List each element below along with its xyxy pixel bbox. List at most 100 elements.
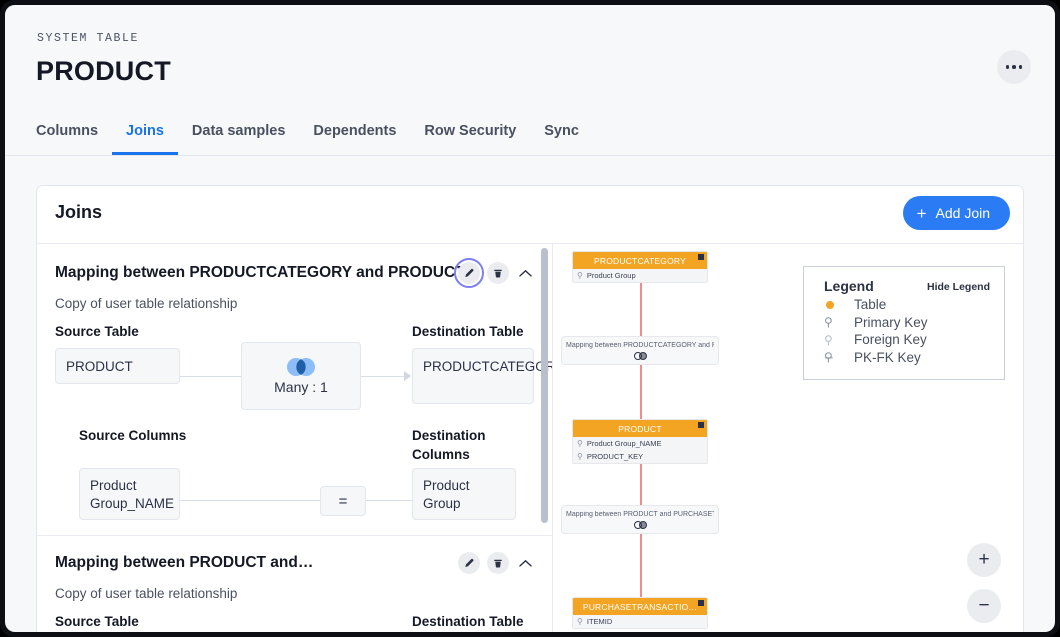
- trash-icon: [493, 268, 503, 279]
- kebab-dot-icon: [1006, 65, 1010, 69]
- destination-table-value: PRODUCTCATEGORY: [412, 348, 534, 404]
- edit-join-button[interactable]: [458, 262, 480, 284]
- zoom-out-button[interactable]: −: [967, 589, 1001, 623]
- edit-join-button[interactable]: [458, 552, 480, 574]
- node-column-label: ITEMID: [587, 617, 612, 626]
- diagram-edge-label[interactable]: Mapping between PRODUCT and PURCHASETRAN…: [561, 505, 719, 534]
- destination-columns-label: Destination Columns: [412, 426, 532, 464]
- operator-box: =: [320, 486, 366, 516]
- legend-row-foreign-key: ⚲ Foreign Key: [824, 331, 990, 349]
- node-column-label: PRODUCT_KEY: [587, 452, 643, 461]
- zoom-in-button[interactable]: +: [967, 543, 1001, 577]
- collapse-join-button[interactable]: [516, 264, 534, 282]
- node-column-label: Product Group: [587, 271, 636, 280]
- tab-joins[interactable]: Joins: [112, 123, 178, 155]
- legend-row-table: Table: [824, 296, 990, 314]
- join-column-mapping: Source Columns Product Group_NAME = Dest…: [55, 426, 534, 526]
- legend-label: Foreign Key: [854, 332, 927, 347]
- plus-icon: +: [917, 205, 927, 222]
- venn-diagram-icon: [634, 521, 647, 529]
- collapse-join-button[interactable]: [516, 554, 534, 572]
- joins-card-body: Mapping between PRODUCTCATEGORY and PROD…: [37, 244, 1023, 632]
- node-column-row: ⚲ Product Group_NAME: [573, 437, 707, 450]
- legend-header: Legend Hide Legend: [824, 278, 990, 296]
- connector-line: [366, 500, 412, 501]
- pencil-icon: [464, 268, 475, 279]
- venn-diagram-icon: [634, 352, 647, 360]
- tab-dependents[interactable]: Dependents: [299, 123, 410, 155]
- connector-line: [180, 500, 320, 501]
- joins-heading: Joins: [55, 202, 102, 223]
- source-table-label: Source Table: [55, 324, 139, 339]
- trash-icon: [493, 558, 503, 569]
- app-viewport: SYSTEM TABLE PRODUCT Columns Joins Data …: [5, 5, 1055, 632]
- node-column-label: Product Group_NAME: [587, 439, 662, 448]
- delete-join-button[interactable]: [487, 552, 509, 574]
- node-corner-icon: [698, 422, 704, 428]
- foreign-key-icon: ⚲: [577, 272, 583, 280]
- legend-label: Primary Key: [854, 315, 928, 330]
- joins-list: Mapping between PRODUCTCATEGORY and PROD…: [37, 244, 553, 632]
- tab-data-samples[interactable]: Data samples: [178, 123, 300, 155]
- edge-label-text: Mapping between PRODUCTCATEGORY and PROD…: [566, 342, 714, 349]
- diagram-edge-label[interactable]: Mapping between PRODUCTCATEGORY and PROD…: [561, 336, 719, 365]
- join-item: Mapping between PRODUCTCATEGORY and PROD…: [37, 244, 552, 526]
- page-header: SYSTEM TABLE PRODUCT Columns Joins Data …: [5, 5, 1055, 156]
- join-actions: [458, 552, 534, 574]
- kebab-dot-icon: [1012, 65, 1016, 69]
- hide-legend-button[interactable]: Hide Legend: [927, 281, 990, 293]
- pencil-icon: [464, 558, 475, 569]
- node-corner-icon: [698, 600, 704, 606]
- node-column-row: ⚲ Product Group: [573, 269, 707, 282]
- source-columns-label: Source Columns: [79, 426, 189, 445]
- foreign-key-icon: ⚲: [577, 440, 583, 448]
- join-item: Mapping between PRODUCT and…: [37, 535, 552, 632]
- diagram-node-product[interactable]: PRODUCT ⚲ Product Group_NAME ⚲ PRODUCT_K…: [572, 419, 708, 464]
- connector-line: [180, 376, 241, 377]
- node-corner-icon: [698, 254, 704, 260]
- diagram-node-purchasetransaction[interactable]: PURCHASETRANSACTIO… ⚲ ITEMID: [572, 597, 708, 629]
- node-title: PURCHASETRANSACTIO…: [583, 602, 697, 612]
- source-table-value: PRODUCT: [55, 348, 180, 384]
- chevron-up-icon: [519, 269, 532, 278]
- join-title: Mapping between PRODUCT and…: [55, 554, 313, 572]
- tab-columns[interactable]: Columns: [35, 123, 112, 155]
- pk-fk-key-icon: ⚲̶: [824, 351, 854, 363]
- node-column-row: ⚲ PRODUCT_KEY: [573, 450, 707, 463]
- join-table-mapping: Source Table PRODUCT Many : 1: [55, 324, 534, 416]
- tab-sync[interactable]: Sync: [530, 123, 593, 155]
- add-join-label: Add Join: [936, 205, 990, 221]
- source-column-value: Product Group_NAME: [79, 468, 180, 520]
- browser-window: SYSTEM TABLE PRODUCT Columns Joins Data …: [0, 0, 1060, 637]
- join-title: Mapping between PRODUCTCATEGORY and PROD…: [55, 264, 465, 282]
- join-header: Mapping between PRODUCT and…: [55, 552, 534, 574]
- cardinality-box: Many : 1: [241, 342, 361, 410]
- legend-label: Table: [854, 297, 886, 312]
- cardinality-label: Many : 1: [274, 379, 328, 395]
- joins-card-header: Joins + Add Join: [37, 186, 1023, 244]
- join-actions: [458, 262, 534, 284]
- diagram-node-productcategory[interactable]: PRODUCTCATEGORY ⚲ Product Group: [572, 251, 708, 283]
- delete-join-button[interactable]: [487, 262, 509, 284]
- page-title: PRODUCT: [36, 56, 171, 87]
- tab-row-security[interactable]: Row Security: [410, 123, 530, 155]
- node-header: PRODUCT: [573, 420, 707, 437]
- tab-bar: Columns Joins Data samples Dependents Ro…: [35, 123, 593, 155]
- chevron-up-icon: [519, 559, 532, 568]
- foreign-key-icon: ⚲: [577, 618, 583, 626]
- table-dot-icon: [824, 299, 854, 311]
- connector-line: [361, 376, 407, 377]
- legend-row-primary-key: ⚲ Primary Key: [824, 314, 990, 332]
- add-join-button[interactable]: + Add Join: [903, 196, 1010, 230]
- primary-key-icon: ⚲: [824, 316, 854, 328]
- legend-title: Legend: [824, 278, 874, 294]
- er-diagram-canvas[interactable]: PRODUCTCATEGORY ⚲ Product Group Mapping …: [553, 244, 1023, 632]
- edge-label-text: Mapping between PRODUCT and PURCHASETRAN…: [566, 511, 714, 518]
- join-subtitle: Copy of user table relationship: [55, 296, 534, 311]
- node-title: PRODUCT: [618, 424, 661, 434]
- join-subtitle: Copy of user table relationship: [55, 586, 534, 601]
- kebab-dot-icon: [1019, 65, 1023, 69]
- joins-list-scrollbar[interactable]: [541, 248, 548, 523]
- foreign-key-icon: ⚲: [824, 334, 854, 346]
- more-options-button[interactable]: [997, 50, 1031, 84]
